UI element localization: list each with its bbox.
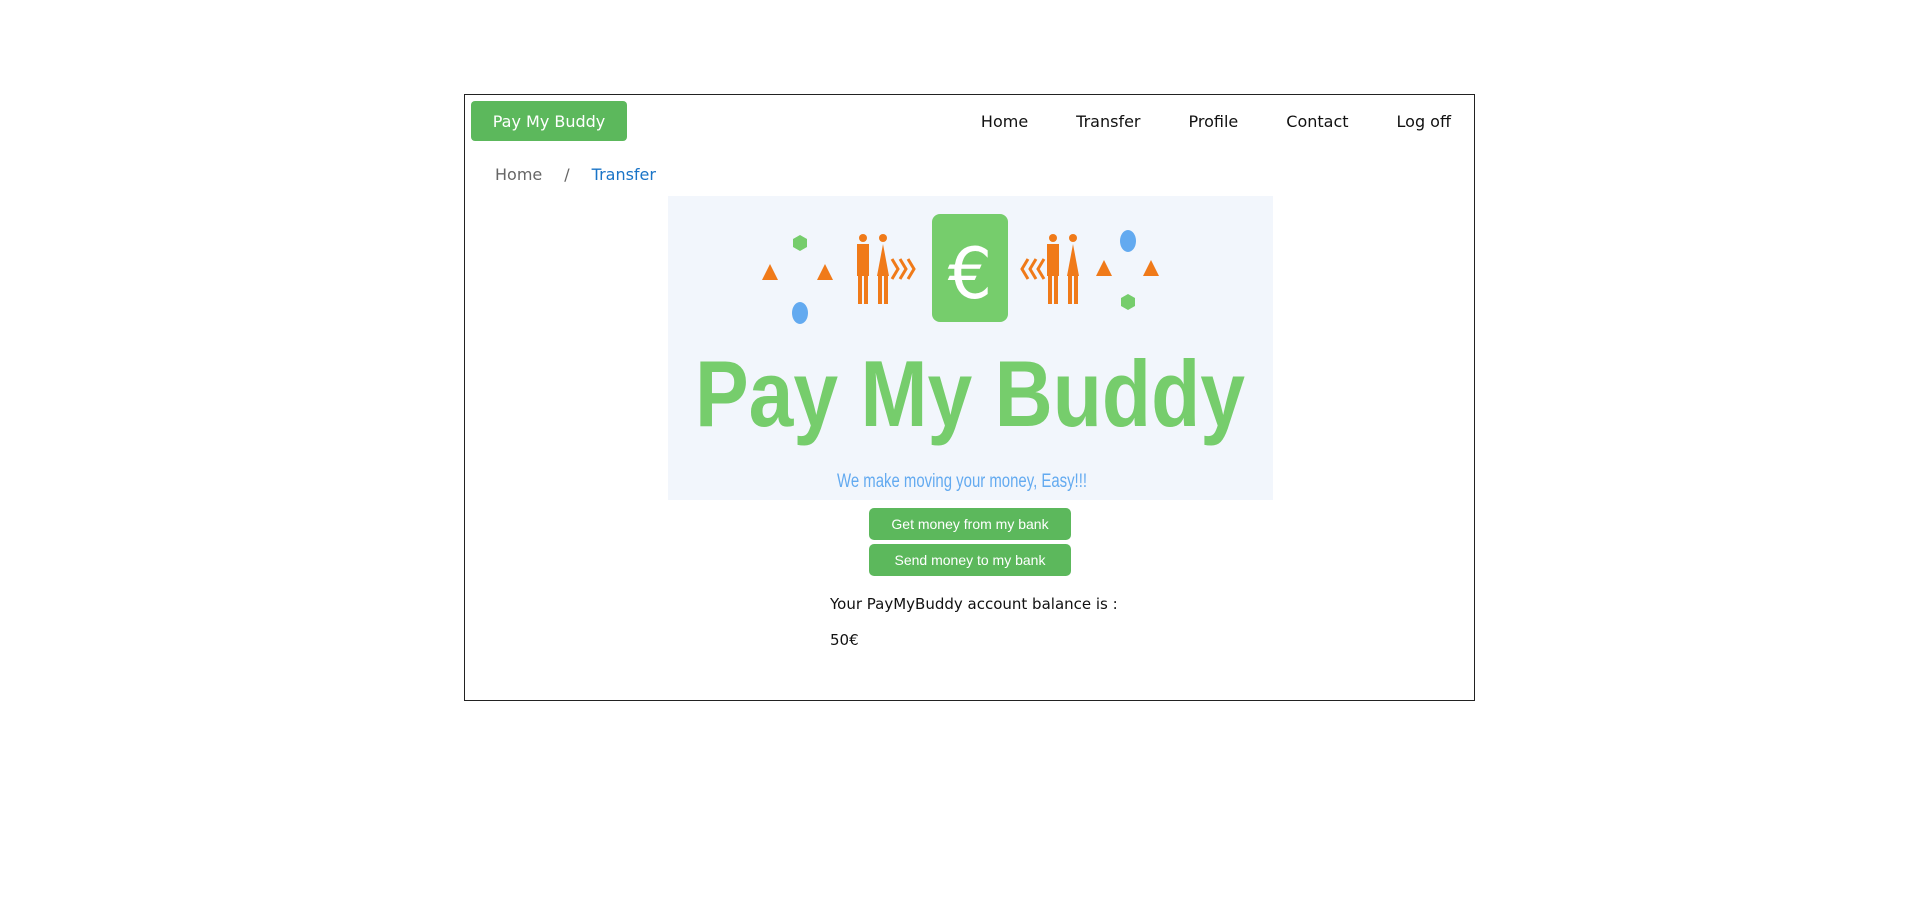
blue-dot-icon [1120,230,1136,252]
orange-triangle-icon [1096,260,1112,276]
people-icon [1047,234,1079,304]
breadcrumb-separator: / [564,165,570,184]
nav-profile-link[interactable]: Profile [1189,112,1239,131]
blue-dot-icon [792,302,808,324]
right-arrows-icon [890,258,916,280]
orange-triangle-icon [1143,260,1159,276]
nav-home-link[interactable]: Home [981,112,1028,131]
breadcrumb: Home / Transfer [495,165,656,184]
nav-transfer-link[interactable]: Transfer [1076,112,1140,131]
nav-logoff-link[interactable]: Log off [1397,112,1451,131]
green-hexagon-icon [1121,294,1135,310]
top-nav: Home Transfer Profile Contact Log off [956,101,1474,141]
euro-symbol: € [948,233,993,315]
orange-triangle-icon [762,264,778,280]
people-icon [857,234,889,304]
brand-button[interactable]: Pay My Buddy [471,101,627,141]
orange-triangle-icon [817,264,833,280]
green-hexagon-icon [793,235,807,251]
main-container: Pay My Buddy Home Transfer Profile Conta… [464,94,1475,701]
balance-value: 50€ [830,631,859,649]
send-money-to-bank-button[interactable]: Send money to my bank [869,544,1071,576]
left-arrows-icon [1020,258,1046,280]
banner-tagline: We make moving your money, Easy!!! [837,471,1087,492]
balance-label: Your PayMyBuddy account balance is : [830,595,1118,613]
pay-my-buddy-banner: € Pay My Buddy We make moving your money… [668,196,1273,500]
banner-logo-text: Pay My Buddy [695,341,1245,446]
nav-contact-link[interactable]: Contact [1286,112,1348,131]
breadcrumb-current: Transfer [591,165,656,184]
get-money-from-bank-button[interactable]: Get money from my bank [869,508,1071,540]
breadcrumb-home-link[interactable]: Home [495,165,542,184]
